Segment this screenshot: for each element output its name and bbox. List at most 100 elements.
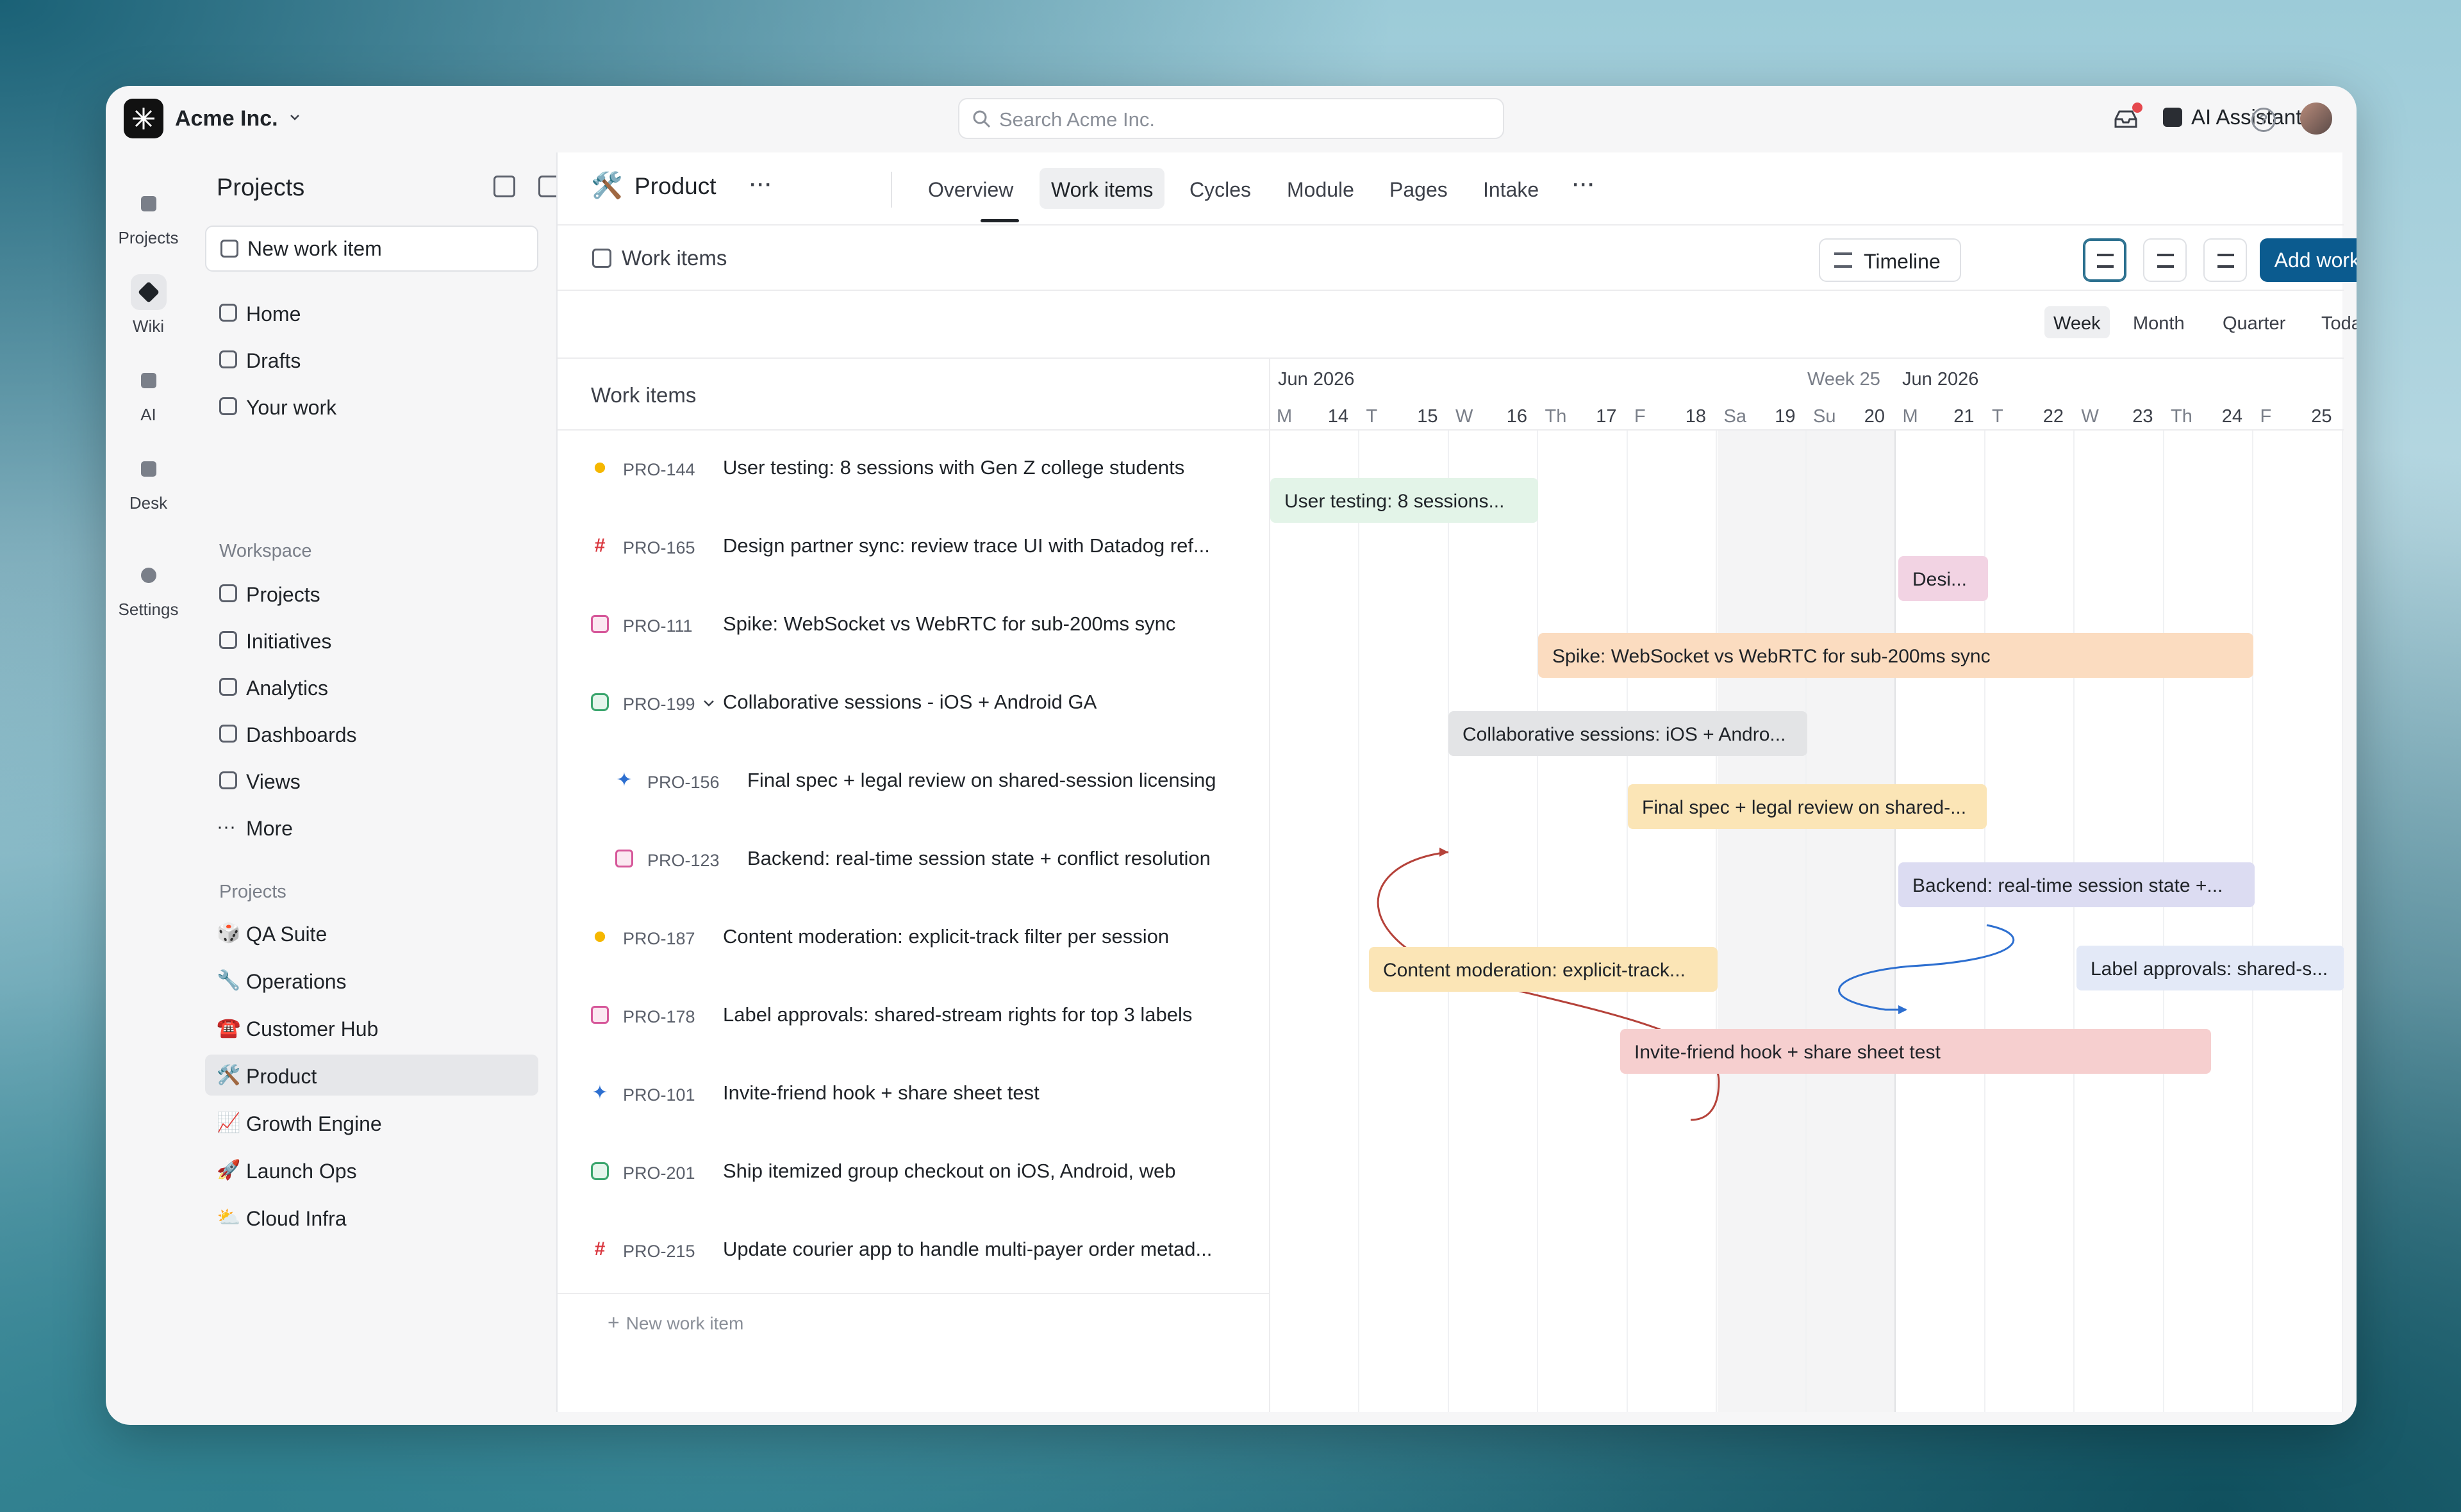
project-customer-hub[interactable]: ☎️ Customer Hub <box>205 1007 538 1048</box>
display-options-button[interactable] <box>2143 238 2187 282</box>
nav-label: More <box>246 817 293 840</box>
sidebar-filter-icon[interactable] <box>493 176 515 197</box>
spark-icon: ✦ <box>592 1082 608 1103</box>
project-growth-engine[interactable]: 📈 Growth Engine <box>205 1102 538 1143</box>
ai-assistant-button[interactable]: AI Assistant <box>2163 105 2301 129</box>
tab-overview[interactable]: Overview <box>916 168 1025 209</box>
org-logo[interactable] <box>124 99 163 138</box>
table-row[interactable]: # PRO-165 Design partner sync: review trac… <box>558 509 1269 586</box>
help-icon[interactable]: ? <box>2251 108 2276 132</box>
nav-analytics[interactable]: Analytics <box>205 666 538 707</box>
table-row[interactable]: PRO-201 Ship itemized group checkout on i… <box>558 1134 1269 1211</box>
filter-icon <box>2097 254 2114 268</box>
user-icon <box>219 397 237 415</box>
work-item-title[interactable]: Content moderation: explicit-track filte… <box>723 925 1169 948</box>
table-row[interactable]: ✦ PRO-156 Final spec + legal review on sha… <box>558 743 1269 820</box>
work-item-title[interactable]: Ship itemized group checkout on iOS, And… <box>723 1160 1176 1183</box>
nav-label: Launch Ops <box>246 1160 357 1183</box>
table-row[interactable]: PRO-123 Backend: real-time session state … <box>558 821 1269 898</box>
nav-projects[interactable]: Projects <box>205 573 538 614</box>
sun-icon <box>591 928 609 946</box>
project-product[interactable]: 🛠️ Product <box>205 1055 538 1096</box>
project-operations[interactable]: 🔧 Operations <box>205 960 538 1001</box>
rail-desk[interactable]: Desk <box>106 451 191 513</box>
work-item-title[interactable]: Final spec + legal review on shared-sess… <box>747 769 1216 792</box>
project-launch-ops[interactable]: 🚀 Launch Ops <box>205 1149 538 1190</box>
work-item-id: PRO-201 <box>623 1163 695 1183</box>
table-row[interactable]: PRO-178 Label approvals: shared-stream ri… <box>558 978 1269 1055</box>
work-item-title[interactable]: Invite-friend hook + share sheet test <box>723 1081 1040 1105</box>
more-icon: ··· <box>217 816 236 837</box>
nav-drafts[interactable]: Drafts <box>205 339 538 380</box>
timeline-bar[interactable]: Spike: WebSocket vs WebRTC for sub-200ms… <box>1538 633 2253 678</box>
work-item-title[interactable]: User testing: 8 sessions with Gen Z coll… <box>723 456 1184 479</box>
zoom-quarter[interactable]: Quarter <box>2214 306 2294 338</box>
org-name[interactable]: Acme Inc. <box>175 106 278 131</box>
search-input[interactable]: Search Acme Inc. <box>958 98 1504 139</box>
work-item-title[interactable]: Design partner sync: review trace UI wit… <box>723 534 1210 557</box>
analytics-button[interactable] <box>2203 238 2247 282</box>
gear-icon <box>131 557 167 593</box>
work-item-id: PRO-187 <box>623 929 695 948</box>
nav-dashboards[interactable]: Dashboards <box>205 713 538 754</box>
add-work-item-button[interactable]: Add work item <box>2260 238 2357 282</box>
work-item-title[interactable]: Spike: WebSocket vs WebRTC for sub-200ms… <box>723 612 1175 636</box>
tabs-more-icon[interactable]: ··· <box>1573 174 1596 196</box>
timeline-layout-button[interactable]: Timeline <box>1819 238 1961 282</box>
pencil-icon <box>219 350 237 368</box>
nav-home[interactable]: Home <box>205 292 538 333</box>
rail-label: Settings <box>118 600 179 619</box>
project-cloud-infra[interactable]: ⛅ Cloud Infra <box>205 1197 538 1238</box>
toolbar-title: Work items <box>622 246 727 270</box>
timeline-bar[interactable]: Backend: real-time session state +... <box>1898 862 2255 907</box>
divider <box>558 1293 1269 1294</box>
timeline-bar[interactable]: Invite-friend hook + share sheet test <box>1620 1029 2211 1074</box>
tab-pages[interactable]: Pages <box>1378 168 1459 209</box>
zoom-week[interactable]: Week <box>2044 306 2110 338</box>
work-item-id: PRO-101 <box>623 1085 695 1105</box>
rail-ai[interactable]: AI <box>106 363 191 425</box>
nav-more[interactable]: ··· More <box>205 807 538 848</box>
table-row[interactable]: # PRO-215 Update courier app to handle mul… <box>558 1212 1269 1289</box>
zoom-month[interactable]: Month <box>2124 306 2194 338</box>
project-more-icon[interactable]: ··· <box>750 174 773 196</box>
add-row-button[interactable]: + New work item <box>608 1311 743 1335</box>
table-row[interactable]: PRO-187 Content moderation: explicit-trac… <box>558 900 1269 976</box>
timeline-bar[interactable]: User testing: 8 sessions... <box>1270 478 1538 523</box>
new-work-item-button[interactable]: New work item <box>205 226 538 272</box>
project-title[interactable]: Product <box>634 173 717 200</box>
tab-intake[interactable]: Intake <box>1471 168 1550 209</box>
timeline-bar[interactable]: Final spec + legal review on shared-... <box>1628 784 1987 829</box>
tab-module[interactable]: Module <box>1275 168 1366 209</box>
work-item-title[interactable]: Label approvals: shared-stream rights fo… <box>723 1003 1192 1026</box>
chevron-down-icon[interactable] <box>701 696 717 711</box>
timeline-bar[interactable]: Desi... <box>1898 556 1988 601</box>
table-row[interactable]: PRO-199 Collaborative sessions - iOS + An… <box>558 665 1269 742</box>
table-row[interactable]: ✦ PRO-101 Invite-friend hook + share sheet… <box>558 1056 1269 1133</box>
rail-settings[interactable]: Settings <box>106 557 191 620</box>
table-row[interactable]: PRO-144 User testing: 8 sessions with Gen… <box>558 431 1269 507</box>
work-item-id: PRO-165 <box>623 538 695 557</box>
project-qa-suite[interactable]: 🎲 QA Suite <box>205 912 538 953</box>
zoom-today[interactable]: Today <box>2312 306 2357 338</box>
work-item-title[interactable]: Backend: real-time session state + confl… <box>747 847 1211 870</box>
timeline-bar[interactable]: Content moderation: explicit-track... <box>1369 947 1718 992</box>
tab-work-items[interactable]: Work items <box>1040 168 1165 209</box>
nav-views[interactable]: Views <box>205 760 538 801</box>
nav-initiatives[interactable]: Initiatives <box>205 620 538 661</box>
rocket-icon: 🚀 <box>217 1160 241 1181</box>
timeline-bar[interactable]: Collaborative sessions: iOS + Andro... <box>1448 711 1807 756</box>
rail-projects[interactable]: Projects <box>106 186 191 248</box>
avatar[interactable] <box>2300 103 2332 135</box>
rail-wiki[interactable]: Wiki <box>106 274 191 336</box>
tools-icon: 🛠️ <box>217 1065 241 1086</box>
timeline-bar[interactable]: Label approvals: shared-s... <box>2076 946 2344 990</box>
table-row[interactable]: PRO-111 Spike: WebSocket vs WebRTC for su… <box>558 587 1269 664</box>
work-item-title[interactable]: Collaborative sessions - iOS + Android G… <box>723 691 1097 714</box>
work-item-title[interactable]: Update courier app to handle multi-payer… <box>723 1238 1212 1261</box>
new-item-icon <box>220 240 238 258</box>
nav-your-work[interactable]: Your work <box>205 386 538 427</box>
chevron-down-icon[interactable] <box>288 110 302 124</box>
tab-cycles[interactable]: Cycles <box>1178 168 1263 209</box>
filter-button[interactable] <box>2083 238 2126 282</box>
